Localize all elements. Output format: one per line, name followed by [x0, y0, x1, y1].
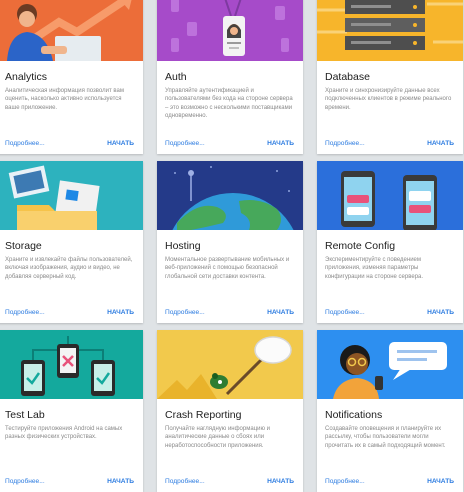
card-description: Создавайте оповещения и планируйте их ра…	[325, 426, 446, 449]
card-description: Храните и синхронизируйте данные всех по…	[325, 88, 452, 111]
crash-reporting-illustration	[157, 330, 303, 399]
start-button[interactable]: НАЧАТЬ	[427, 478, 454, 485]
start-button[interactable]: НАЧАТЬ	[107, 478, 134, 485]
card-crash-reporting: Crash Reporting Получайте наглядную инфо…	[157, 330, 303, 492]
database-illustration	[317, 0, 463, 61]
learn-more-link[interactable]: Подробнее...	[165, 309, 205, 316]
card-database: Database Храните и синхронизируйте данны…	[317, 0, 463, 154]
learn-more-link[interactable]: Подробнее...	[5, 140, 45, 147]
card-title: Storage	[5, 240, 42, 252]
start-button[interactable]: НАЧАТЬ	[107, 309, 134, 316]
learn-more-link[interactable]: Подробнее...	[5, 309, 45, 316]
auth-illustration	[157, 0, 303, 61]
card-title: Notifications	[325, 409, 383, 421]
learn-more-link[interactable]: Подробнее...	[5, 478, 45, 485]
card-test-lab: Test Lab Тестируйте приложения Android н…	[0, 330, 143, 492]
card-auth: Auth Управляйте аутентификацией и пользо…	[157, 0, 303, 154]
card-description: Храните и извлекайте файлы пользователей…	[5, 257, 133, 280]
test-lab-illustration	[0, 330, 143, 399]
card-title: Remote Config	[325, 240, 396, 252]
card-description: Получайте наглядную информацию и аналити…	[165, 426, 270, 449]
card-notifications: Notifications Создавайте оповещения и пл…	[317, 330, 463, 492]
learn-more-link[interactable]: Подробнее...	[165, 140, 205, 147]
remote-config-illustration	[317, 161, 463, 230]
notifications-illustration	[317, 330, 463, 399]
card-description: Моментальное развертывание мобильных и в…	[165, 257, 290, 280]
card-title: Auth	[165, 71, 187, 83]
card-description: Управляйте аутентификацией и пользовател…	[165, 88, 293, 120]
card-remote-config: Remote Config Экспериментируйте с поведе…	[317, 161, 463, 323]
card-description: Экспериментируйте с поведением приложени…	[325, 257, 424, 280]
card-analytics: Analytics Аналитическая информация позво…	[0, 0, 143, 154]
start-button[interactable]: НАЧАТЬ	[267, 309, 294, 316]
start-button[interactable]: НАЧАТЬ	[427, 309, 454, 316]
card-title: Hosting	[165, 240, 201, 252]
card-description: Тестируйте приложения Android на самых р…	[5, 426, 123, 441]
card-title: Test Lab	[5, 409, 45, 421]
learn-more-link[interactable]: Подробнее...	[325, 140, 365, 147]
start-button[interactable]: НАЧАТЬ	[427, 140, 454, 147]
hosting-illustration	[157, 161, 303, 230]
start-button[interactable]: НАЧАТЬ	[267, 140, 294, 147]
storage-illustration	[0, 161, 143, 230]
card-description: Аналитическая информация позволит вам оц…	[5, 88, 124, 111]
learn-more-link[interactable]: Подробнее...	[325, 309, 365, 316]
analytics-illustration	[0, 0, 143, 61]
learn-more-link[interactable]: Подробнее...	[325, 478, 365, 485]
card-title: Database	[325, 71, 370, 83]
learn-more-link[interactable]: Подробнее...	[165, 478, 205, 485]
start-button[interactable]: НАЧАТЬ	[267, 478, 294, 485]
card-title: Crash Reporting	[165, 409, 242, 421]
card-title: Analytics	[5, 71, 48, 83]
card-storage: Storage Храните и извлекайте файлы польз…	[0, 161, 143, 323]
card-hosting: Hosting Моментальное развертывание мобил…	[157, 161, 303, 323]
start-button[interactable]: НАЧАТЬ	[107, 140, 134, 147]
